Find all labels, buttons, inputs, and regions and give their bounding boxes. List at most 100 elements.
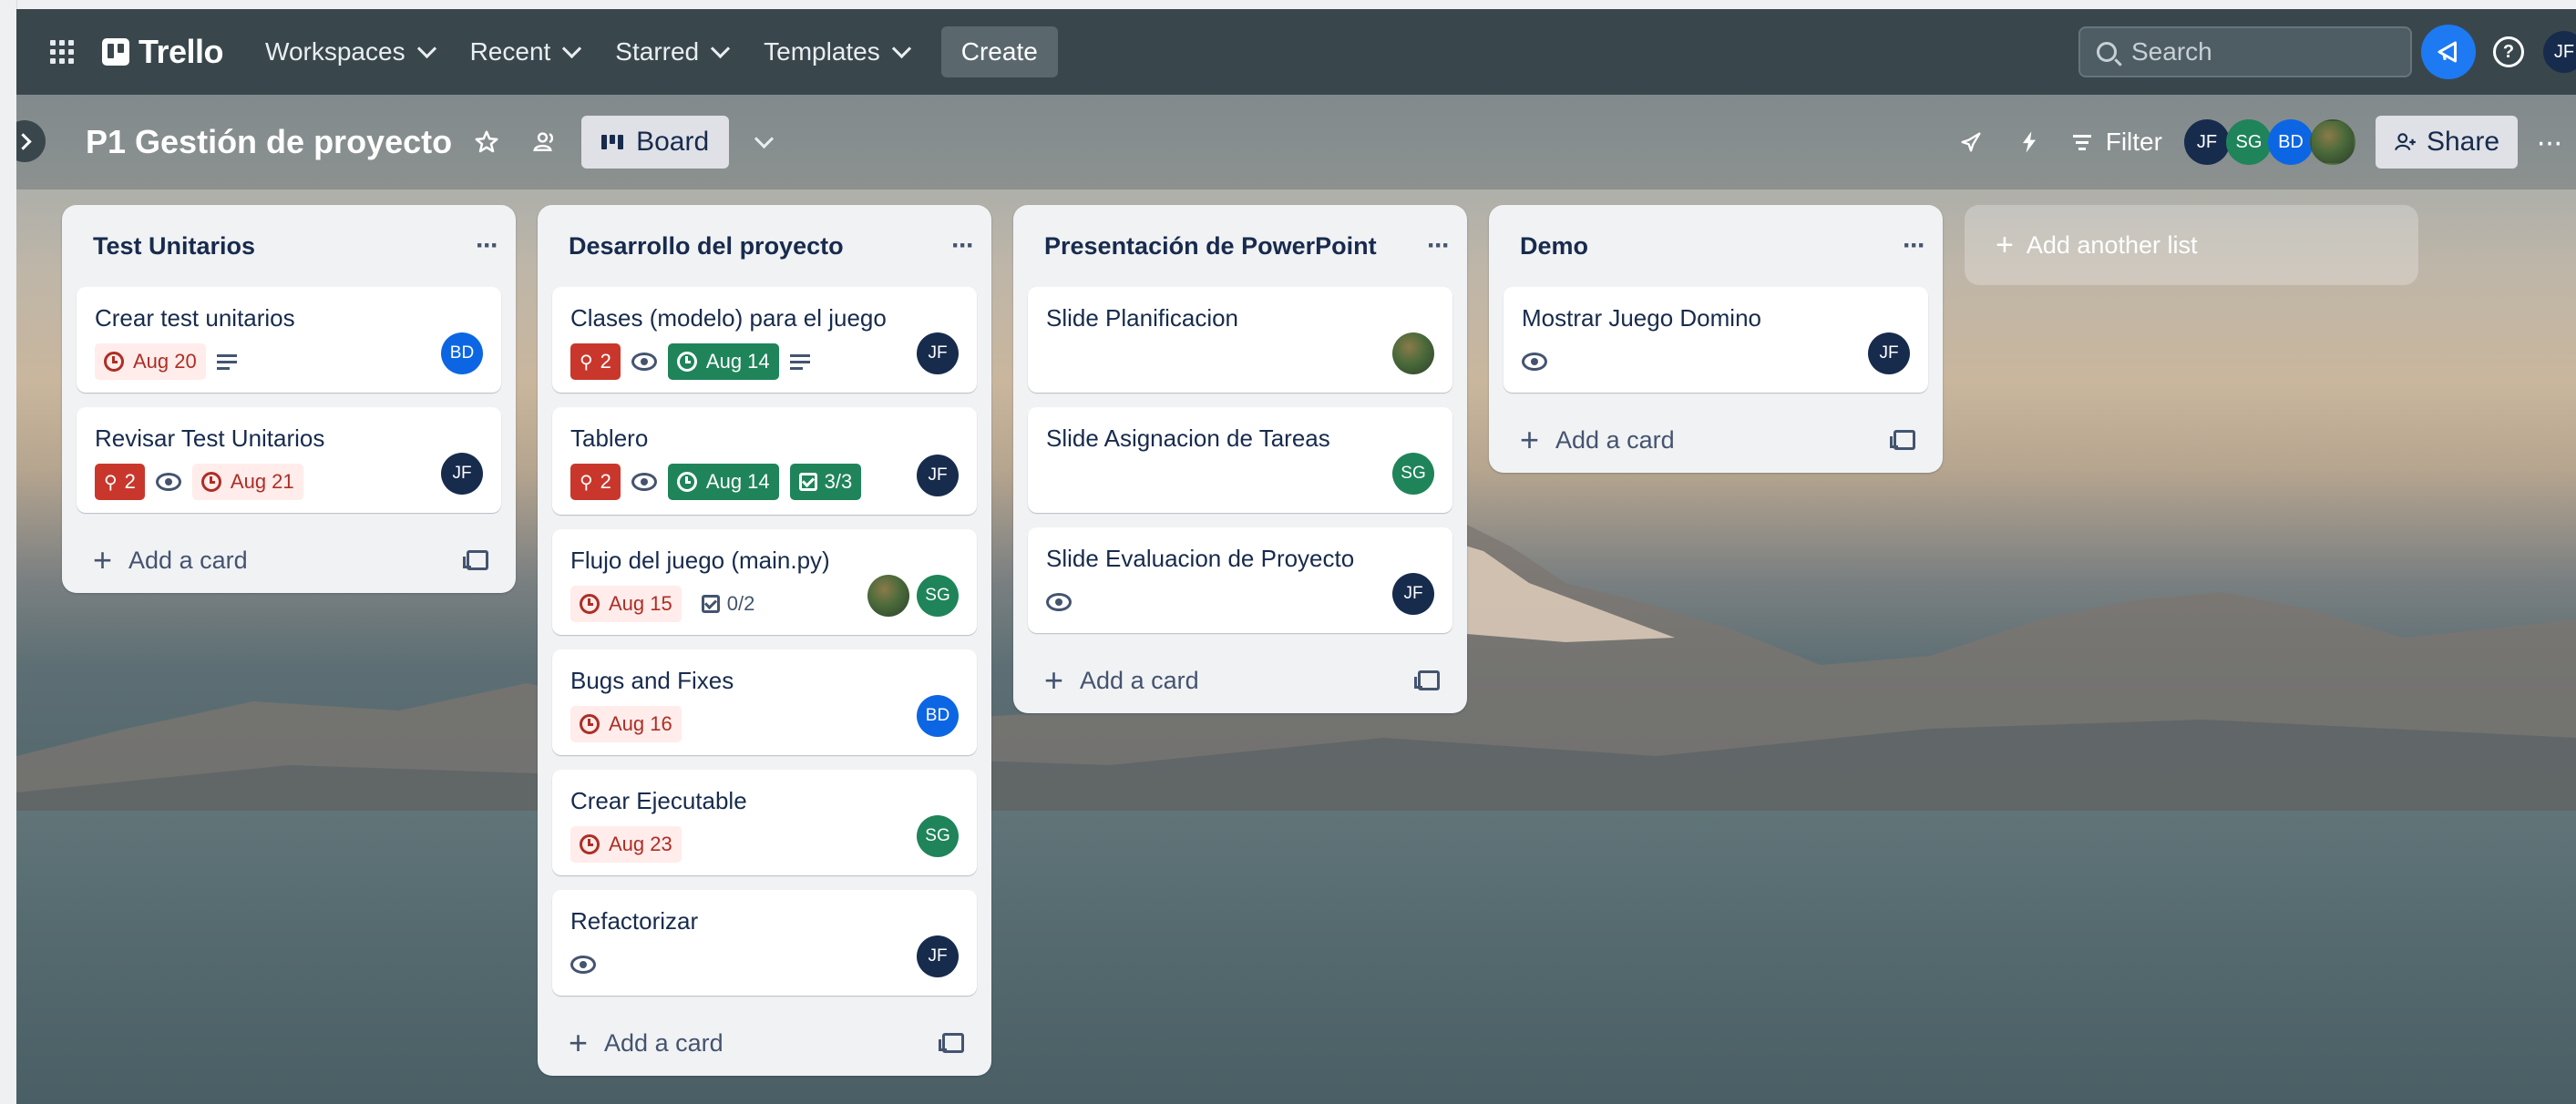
account-avatar[interactable]: JF — [2543, 31, 2576, 73]
pin-badge[interactable]: ⚲ 2 — [570, 343, 621, 380]
card[interactable]: Mostrar Juego Domino JF — [1504, 287, 1928, 393]
card-member-avatar-photo[interactable] — [867, 575, 909, 617]
card-member-avatar[interactable]: SG — [1392, 453, 1434, 495]
due-date-badge[interactable]: Aug 20 — [95, 343, 206, 380]
checklist-icon — [798, 473, 817, 491]
due-date-text: Aug 21 — [230, 470, 294, 493]
search-input[interactable]: Search — [2078, 26, 2412, 77]
list-title: Desarrollo del proyecto — [569, 231, 844, 260]
member-avatar[interactable]: BD — [2267, 119, 2314, 165]
plus-icon: + — [1520, 421, 1540, 458]
list-header[interactable]: Test Unitarios ··· — [62, 205, 516, 287]
nav-recent[interactable]: Recent — [452, 25, 598, 79]
create-button[interactable]: Create — [940, 26, 1058, 77]
card[interactable]: Tablero ⚲ 2 Aug 14 3/3 JF — [552, 407, 977, 515]
notifications-button[interactable] — [2421, 25, 2476, 79]
list-menu-icon[interactable]: ··· — [476, 230, 499, 261]
card-member-avatar[interactable]: BD — [441, 332, 483, 374]
nav-starred[interactable]: Starred — [597, 25, 745, 79]
card-member-avatar-photo[interactable] — [1392, 332, 1434, 374]
card[interactable]: Crear test unitarios Aug 20 BD — [77, 287, 501, 393]
due-date-badge[interactable]: Aug 15 — [570, 586, 682, 622]
add-card-button[interactable]: + Add a card — [62, 527, 516, 593]
card-member-avatar[interactable]: BD — [917, 695, 959, 737]
automation-button[interactable] — [2006, 118, 2053, 166]
card-title: Revisar Test Unitarios — [95, 424, 325, 452]
app-switcher-button[interactable] — [35, 25, 89, 79]
due-date-complete-badge[interactable]: Aug 14 — [667, 464, 779, 500]
member-avatar[interactable]: SG — [2225, 119, 2272, 165]
star-board-button[interactable] — [463, 118, 510, 166]
add-card-button[interactable]: + Add a card — [1013, 648, 1467, 713]
board-menu-icon[interactable]: ··· — [2536, 125, 2563, 160]
due-date-badge[interactable]: Aug 21 — [191, 464, 303, 500]
list-menu-icon[interactable]: ··· — [1427, 230, 1451, 261]
card[interactable]: Slide Asignacion de Tareas SG — [1028, 407, 1452, 513]
member-avatar-photo[interactable] — [2309, 119, 2355, 165]
trello-app: Trello Workspaces Recent Starred Templat… — [16, 9, 2576, 1104]
add-list-label: Add another list — [2026, 230, 2198, 259]
clock-icon — [580, 834, 600, 854]
card-template-icon[interactable] — [1414, 670, 1440, 690]
pin-badge[interactable]: ⚲ 2 — [570, 464, 621, 500]
card-member-avatar[interactable]: JF — [1868, 332, 1910, 374]
list-header[interactable]: Presentación de PowerPoint ··· — [1013, 205, 1467, 287]
card-member-avatar[interactable]: JF — [1392, 573, 1434, 615]
card-member-avatar[interactable]: SG — [917, 815, 959, 857]
card-template-icon[interactable] — [1890, 430, 1915, 450]
pin-badge[interactable]: ⚲ 2 — [95, 464, 145, 500]
background-water — [16, 811, 2576, 1104]
card-member-avatar[interactable]: JF — [441, 453, 483, 495]
watch-icon — [570, 956, 596, 974]
power-ups-button[interactable] — [1947, 118, 1995, 166]
pin-icon: ⚲ — [104, 472, 118, 493]
card[interactable]: Clases (modelo) para el juego ⚲ 2 Aug 14 … — [552, 287, 977, 393]
board-title[interactable]: P1 Gestión de proyecto — [86, 123, 452, 161]
sidebar-expand-button[interactable] — [16, 120, 46, 162]
board-view-button[interactable]: Board — [581, 116, 730, 169]
views-dropdown-button[interactable] — [740, 118, 787, 166]
card-member-avatar[interactable]: SG — [917, 575, 959, 617]
card[interactable]: Revisar Test Unitarios ⚲ 2 Aug 21 JF — [77, 407, 501, 513]
card[interactable]: Bugs and Fixes Aug 16 BD — [552, 649, 977, 755]
checklist-count: 3/3 — [824, 470, 853, 493]
list-header[interactable]: Demo ··· — [1489, 205, 1943, 287]
nav-templates[interactable]: Templates — [745, 25, 927, 79]
card[interactable]: Slide Evaluacion de Proyecto JF — [1028, 527, 1452, 633]
plus-icon: + — [93, 541, 113, 578]
list-header[interactable]: Desarrollo del proyecto ··· — [538, 205, 991, 287]
card-title: Slide Planificacion — [1046, 304, 1239, 332]
help-button[interactable]: ? — [2481, 25, 2536, 79]
card-template-icon[interactable] — [463, 550, 488, 570]
card[interactable]: Refactorizar JF — [552, 890, 977, 996]
card-member-avatar[interactable]: JF — [917, 935, 959, 977]
visibility-button[interactable] — [521, 118, 569, 166]
add-card-button[interactable]: + Add a card — [1489, 407, 1943, 473]
card[interactable]: Slide Planificacion — [1028, 287, 1452, 393]
share-label: Share — [2426, 127, 2500, 157]
trello-logo[interactable]: Trello — [102, 33, 224, 71]
filter-label: Filter — [2105, 128, 2162, 156]
megaphone-icon — [2437, 41, 2457, 63]
card-template-icon[interactable] — [939, 1033, 964, 1053]
card-member-avatar[interactable]: JF — [917, 332, 959, 374]
share-button[interactable]: Share — [2375, 116, 2519, 169]
card-member-avatar[interactable]: JF — [917, 455, 959, 496]
due-date-badge[interactable]: Aug 23 — [570, 826, 682, 863]
checklist-complete-badge: 3/3 — [789, 464, 862, 500]
board-view-label: Board — [636, 127, 710, 157]
add-list-button[interactable]: + Add another list — [1965, 205, 2418, 285]
list-menu-icon[interactable]: ··· — [1903, 230, 1926, 261]
list-demo: Demo ··· Mostrar Juego Domino JF + Add a … — [1489, 205, 1943, 473]
card-title: Crear test unitarios — [95, 304, 295, 332]
add-card-button[interactable]: + Add a card — [538, 1010, 991, 1076]
nav-starred-label: Starred — [615, 37, 700, 66]
card[interactable]: Crear Ejecutable Aug 23 SG — [552, 770, 977, 875]
due-date-badge[interactable]: Aug 16 — [570, 706, 682, 742]
nav-workspaces[interactable]: Workspaces — [247, 25, 452, 79]
list-menu-icon[interactable]: ··· — [951, 230, 975, 261]
member-avatar[interactable]: JF — [2183, 119, 2230, 165]
card[interactable]: Flujo del juego (main.py) Aug 15 0/2 SG — [552, 529, 977, 635]
due-date-complete-badge[interactable]: Aug 14 — [667, 343, 779, 380]
filter-button[interactable]: Filter — [2072, 128, 2162, 157]
